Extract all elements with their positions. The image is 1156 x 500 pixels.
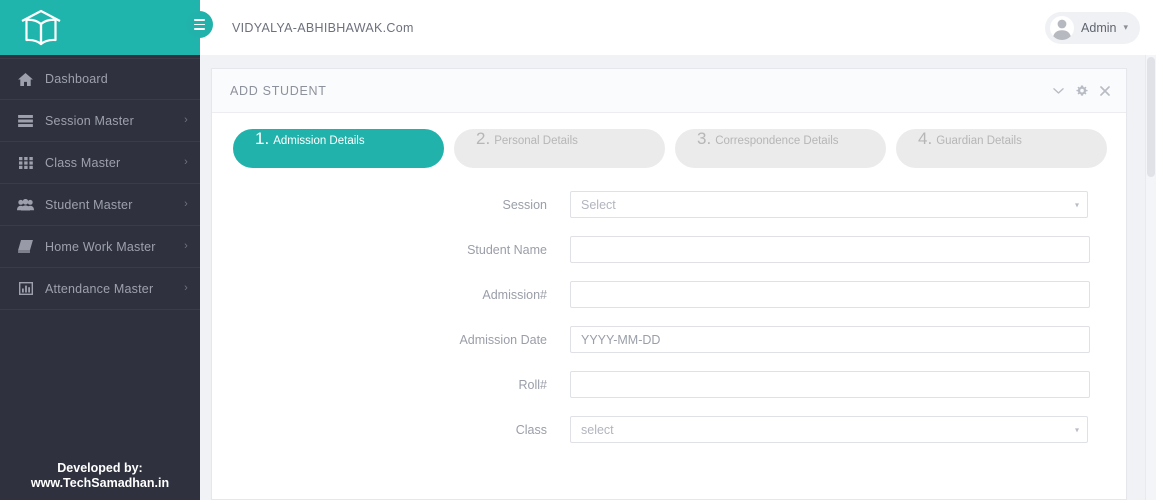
sidebar-item-label: Attendance Master [45,281,154,296]
developer-website: www.TechSamadhan.in [30,476,170,491]
tab-admission-details[interactable]: 1. Admission Details [233,129,444,168]
content-area: ADD STUDENT 1. Admission Details 2. Pers… [200,55,1156,500]
grid-icon [17,156,34,170]
form-row-admission-date: Admission Date YYYY-MM-DD [212,326,1126,353]
sidebar: Dashboard Session Master › Class Master … [0,0,200,500]
chevron-right-icon: › [184,198,188,210]
settings-gear-icon[interactable] [1076,85,1088,97]
step-number: 3. [697,129,712,148]
sidebar-item-label: Dashboard [45,72,108,86]
step-number: 4. [918,129,933,148]
scrollbar-thumb[interactable] [1147,57,1155,177]
list-icon [17,114,34,128]
developed-by-label: Developed by: [57,460,143,475]
bar-chart-icon [17,282,34,296]
sidebar-item-home-work-master[interactable]: Home Work Master › [0,226,200,268]
class-label: Class [515,422,547,437]
session-select-value: Select [581,197,616,212]
add-student-card: ADD STUDENT 1. Admission Details 2. Pers… [211,68,1127,500]
home-icon [17,72,34,86]
form-row-session: Session Select ▾ [212,191,1126,218]
session-select[interactable]: Select ▾ [570,191,1088,218]
topbar-right: Admin ▾ [1045,11,1140,44]
card-tools [1053,85,1110,97]
main-area: VIDYALYA-ABHIBHAWAK.Com Admin ▾ ADD STUD… [186,0,1156,500]
sidebar-item-attendance-master[interactable]: Attendance Master › [0,268,200,310]
chevron-right-icon: › [184,240,188,252]
sidebar-item-class-master[interactable]: Class Master › [0,142,200,184]
app-root: Dashboard Session Master › Class Master … [0,0,1156,500]
admin-name-label: Admin [1081,20,1117,35]
page-scrollbar[interactable] [1145,55,1156,500]
sidebar-nav: Dashboard Session Master › Class Master … [0,55,200,310]
class-select[interactable]: select ▾ [570,416,1088,443]
step-wizard: 1. Admission Details 2. Personal Details… [212,113,1126,168]
chevron-down-icon: ▾ [1123,22,1128,32]
sidebar-item-session-master[interactable]: Session Master › [0,100,200,142]
step-label: Correspondence Details [715,135,839,147]
roll-number-input[interactable] [570,371,1090,398]
step-label: Personal Details [494,135,578,147]
step-label: Admission Details [273,135,365,147]
close-icon[interactable] [1100,85,1110,96]
admission-date-label: Admission Date [459,332,547,347]
form-row-student-name: Student Name [212,236,1126,263]
hamburger-bar [194,19,205,21]
chevron-down-icon: ▾ [1074,200,1079,209]
hamburger-icon[interactable] [186,11,213,38]
student-name-input[interactable] [570,236,1090,263]
brand-title: VIDYALYA-ABHIBHAWAK.Com [232,20,414,35]
step-label: Guardian Details [936,135,1022,147]
form-row-class: Class select ▾ [212,416,1126,443]
collapse-icon[interactable] [1053,87,1064,95]
student-name-label: Student Name [467,242,547,257]
chevron-right-icon: › [184,156,188,168]
chevron-down-icon: ▾ [1074,425,1079,434]
roll-number-label: Roll# [518,377,548,392]
admission-number-label: Admission# [482,287,547,302]
book-icon [17,240,34,254]
card-header: ADD STUDENT [212,69,1126,113]
hamburger-bar [194,23,205,26]
admission-number-input[interactable] [570,281,1090,308]
sidebar-logo-band [0,0,200,55]
form-row-roll-number: Roll# [212,371,1126,398]
admission-date-value: YYYY-MM-DD [581,332,661,347]
admission-date-input[interactable]: YYYY-MM-DD [570,326,1090,353]
step-number: 1. [255,129,270,148]
hamburger-bar [194,28,205,30]
tab-guardian-details[interactable]: 4. Guardian Details [896,129,1107,168]
sidebar-footer-credit: Developed by: www.TechSamadhan.in [0,461,200,492]
tab-correspondence-details[interactable]: 3. Correspondence Details [675,129,886,168]
chevron-right-icon: › [184,114,188,126]
class-select-value: select [581,422,614,437]
session-label: Session [502,197,547,212]
step-number: 2. [476,129,491,148]
sidebar-item-label: Class Master [45,155,121,170]
sidebar-item-label: Session Master [45,113,134,128]
sidebar-item-label: Student Master [45,197,133,212]
admission-details-form: Session Select ▾ Student Name Admission#… [212,168,1126,443]
users-icon [17,198,34,212]
sidebar-item-label: Home Work Master [45,239,156,254]
user-avatar-icon [1050,15,1075,40]
chevron-right-icon: › [184,282,188,294]
topbar: VIDYALYA-ABHIBHAWAK.Com Admin ▾ [186,0,1156,55]
school-book-logo-icon [18,8,64,48]
admin-menu[interactable]: Admin ▾ [1045,11,1140,44]
page-title: ADD STUDENT [230,83,327,98]
form-row-admission-number: Admission# [212,281,1126,308]
sidebar-item-student-master[interactable]: Student Master › [0,184,200,226]
tab-personal-details[interactable]: 2. Personal Details [454,129,665,168]
sidebar-item-dashboard[interactable]: Dashboard [0,58,200,100]
